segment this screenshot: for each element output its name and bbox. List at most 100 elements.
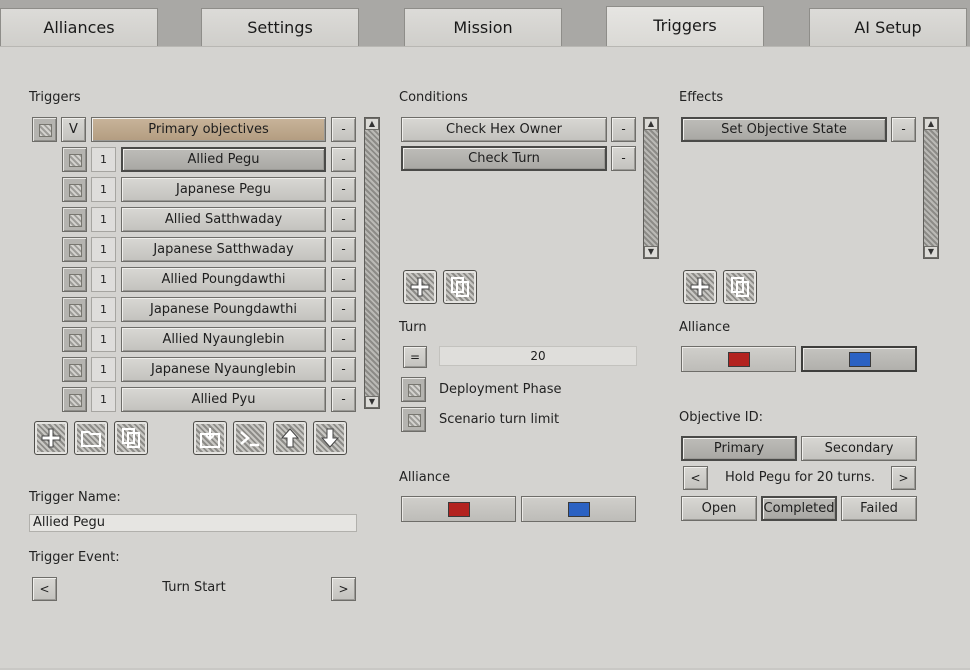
open-folder-button[interactable] xyxy=(74,421,108,455)
condition-check-turn[interactable]: Check Turn xyxy=(401,146,607,171)
tab-bar: Alliances Settings Mission Triggers AI S… xyxy=(0,0,970,49)
tab-settings[interactable]: Settings xyxy=(201,8,359,47)
remove-condition-button[interactable]: - xyxy=(611,117,636,142)
remove-trigger-button[interactable]: - xyxy=(331,237,356,262)
remove-trigger-button[interactable]: - xyxy=(331,147,356,172)
trigger-checkbox[interactable] xyxy=(62,237,87,262)
trigger-checkbox[interactable] xyxy=(62,207,87,232)
group-checkbox[interactable] xyxy=(32,117,57,142)
scroll-up-icon[interactable]: ▲ xyxy=(644,118,658,130)
objective-next-button[interactable]: > xyxy=(891,466,916,490)
objective-primary-button[interactable]: Primary xyxy=(681,436,797,461)
add-icon xyxy=(41,428,61,448)
console-button[interactable] xyxy=(233,421,267,455)
add-condition-button[interactable] xyxy=(403,270,437,304)
event-prev-button[interactable]: < xyxy=(32,577,57,601)
add-effect-button[interactable] xyxy=(683,270,717,304)
triggers-heading: Triggers xyxy=(29,90,81,105)
add-icon xyxy=(410,277,430,297)
move-down-button[interactable] xyxy=(313,421,347,455)
state-failed-button[interactable]: Failed xyxy=(841,496,917,521)
state-open-button[interactable]: Open xyxy=(681,496,757,521)
trigger-item[interactable]: Allied Nyaunglebin xyxy=(121,327,326,352)
condition-check-hex-owner[interactable]: Check Hex Owner xyxy=(401,117,607,142)
copy-effect-button[interactable] xyxy=(723,270,757,304)
triggers-scrollbar[interactable]: ▲ ▼ xyxy=(364,117,380,409)
effect-alliance-red-button[interactable] xyxy=(681,346,796,372)
trigger-checkbox[interactable] xyxy=(62,327,87,352)
objective-secondary-button[interactable]: Secondary xyxy=(801,436,917,461)
move-up-button[interactable] xyxy=(273,421,307,455)
folder-icon xyxy=(81,431,101,447)
trigger-checkbox[interactable] xyxy=(62,177,87,202)
condition-alliance-blue-button[interactable] xyxy=(521,496,636,522)
condition-alliance-label: Alliance xyxy=(399,470,451,485)
conditions-scrollbar[interactable]: ▲ ▼ xyxy=(643,117,659,259)
trigger-checkbox[interactable] xyxy=(62,267,87,292)
copy-trigger-button[interactable] xyxy=(114,421,148,455)
objective-prev-button[interactable]: < xyxy=(683,466,708,490)
trigger-count: 1 xyxy=(91,207,116,232)
trigger-checkbox[interactable] xyxy=(62,147,87,172)
trigger-item[interactable]: Japanese Nyaunglebin xyxy=(121,357,326,382)
remove-effect-button[interactable]: - xyxy=(891,117,916,142)
deployment-phase-checkbox[interactable] xyxy=(401,377,426,402)
trigger-item[interactable]: Japanese Satthwaday xyxy=(121,237,326,262)
scenario-turn-limit-checkbox[interactable] xyxy=(401,407,426,432)
scroll-up-icon[interactable]: ▲ xyxy=(924,118,938,130)
group-collapse-button[interactable]: V xyxy=(61,117,86,142)
trigger-count: 1 xyxy=(91,147,116,172)
remove-group-button[interactable]: - xyxy=(331,117,356,142)
effects-heading: Effects xyxy=(679,90,724,105)
condition-alliance-red-button[interactable] xyxy=(401,496,516,522)
tab-alliances[interactable]: Alliances xyxy=(0,8,158,47)
blue-swatch xyxy=(849,352,871,367)
tab-mission[interactable]: Mission xyxy=(404,8,562,47)
effects-scrollbar[interactable]: ▲ ▼ xyxy=(923,117,939,259)
turn-label: Turn xyxy=(399,320,427,335)
trigger-item[interactable]: Allied Poungdawthi xyxy=(121,267,326,292)
remove-condition-button[interactable]: - xyxy=(611,146,636,171)
trigger-count: 1 xyxy=(91,237,116,262)
turn-value-slider[interactable]: 20 xyxy=(439,346,637,366)
scroll-down-icon[interactable]: ▼ xyxy=(644,246,658,258)
effect-alliance-blue-button[interactable] xyxy=(801,346,917,372)
trigger-checkbox[interactable] xyxy=(62,357,87,382)
import-button[interactable] xyxy=(193,421,227,455)
remove-trigger-button[interactable]: - xyxy=(331,327,356,352)
tab-ai-setup[interactable]: AI Setup xyxy=(809,8,967,47)
trigger-checkbox[interactable] xyxy=(62,387,87,412)
copy-condition-button[interactable] xyxy=(443,270,477,304)
event-next-button[interactable]: > xyxy=(331,577,356,601)
trigger-item[interactable]: Allied Pegu xyxy=(121,147,326,172)
tab-triggers[interactable]: Triggers xyxy=(606,6,764,49)
trigger-count: 1 xyxy=(91,357,116,382)
remove-trigger-button[interactable]: - xyxy=(331,267,356,292)
remove-trigger-button[interactable]: - xyxy=(331,387,356,412)
trigger-checkbox[interactable] xyxy=(62,297,87,322)
remove-trigger-button[interactable]: - xyxy=(331,177,356,202)
arrow-down-icon xyxy=(320,428,340,448)
remove-trigger-button[interactable]: - xyxy=(331,297,356,322)
effect-set-objective-state[interactable]: Set Objective State xyxy=(681,117,887,142)
copy-icon xyxy=(731,277,749,297)
scroll-up-icon[interactable]: ▲ xyxy=(365,118,379,130)
trigger-item[interactable]: Allied Satthwaday xyxy=(121,207,326,232)
state-completed-button[interactable]: Completed xyxy=(761,496,837,521)
blue-swatch xyxy=(568,502,590,517)
trigger-event-value: Turn Start xyxy=(162,580,226,595)
trigger-item[interactable]: Japanese Poungdawthi xyxy=(121,297,326,322)
add-trigger-button[interactable] xyxy=(34,421,68,455)
scroll-down-icon[interactable]: ▼ xyxy=(924,246,938,258)
scroll-down-icon[interactable]: ▼ xyxy=(365,396,379,408)
trigger-name-input[interactable]: Allied Pegu xyxy=(29,514,357,532)
trigger-group-primary-objectives[interactable]: Primary objectives xyxy=(91,117,326,142)
remove-trigger-button[interactable]: - xyxy=(331,207,356,232)
trigger-item[interactable]: Japanese Pegu xyxy=(121,177,326,202)
trigger-item[interactable]: Allied Pyu xyxy=(121,387,326,412)
copy-icon xyxy=(451,277,469,297)
trigger-count: 1 xyxy=(91,177,116,202)
import-icon xyxy=(200,428,220,448)
remove-trigger-button[interactable]: - xyxy=(331,357,356,382)
turn-operator-button[interactable]: = xyxy=(403,346,427,368)
